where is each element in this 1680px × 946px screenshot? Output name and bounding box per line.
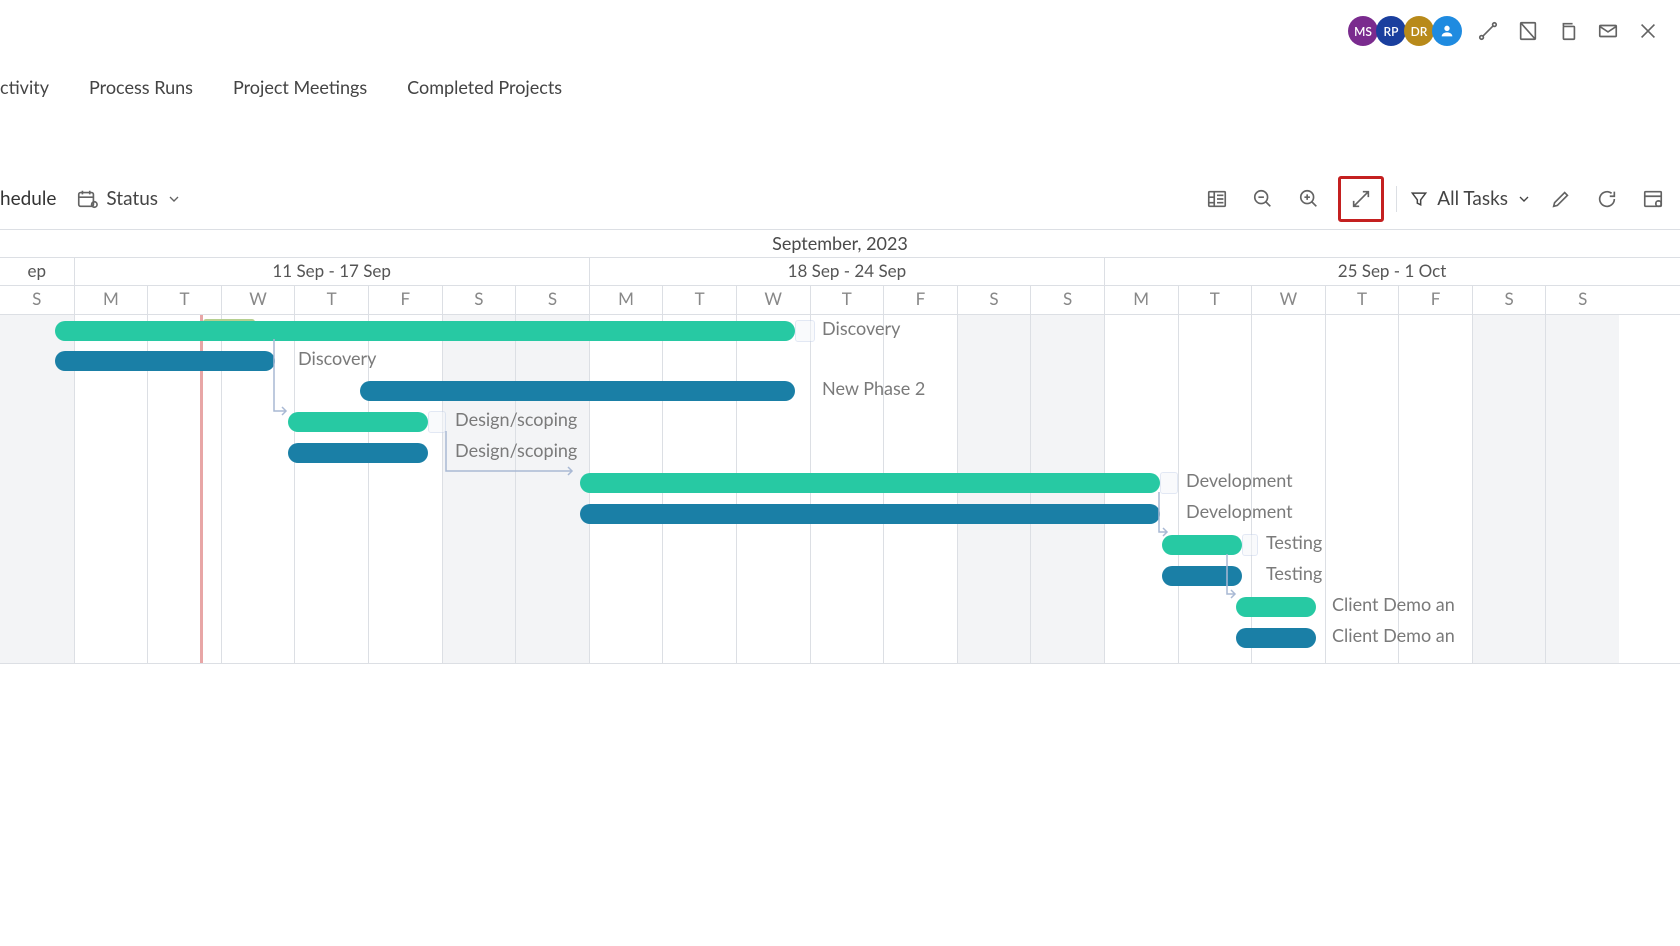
day-header-cell: S bbox=[1472, 286, 1546, 314]
expand-icon bbox=[1344, 182, 1378, 216]
label-newphase: New Phase 2 bbox=[822, 377, 925, 399]
grid-column bbox=[442, 315, 516, 663]
label-test2: Testing bbox=[1266, 562, 1322, 584]
label-demo1: Client Demo an bbox=[1332, 593, 1455, 615]
topbar: MS RP DR bbox=[0, 0, 1680, 62]
status-picker-label: Status bbox=[106, 187, 158, 210]
copy-icon[interactable] bbox=[1554, 17, 1582, 45]
tab-completed-projects[interactable]: Completed Projects bbox=[407, 76, 562, 98]
dep-box-dev bbox=[1160, 472, 1178, 494]
dep-box-design bbox=[428, 411, 446, 433]
week-cell-3: 25 Sep - 1 Oct bbox=[1104, 258, 1679, 285]
day-header-cell: F bbox=[1398, 286, 1472, 314]
settings-columns-icon[interactable] bbox=[1636, 182, 1670, 216]
label-discovery: Discovery bbox=[822, 317, 900, 339]
bar-dev-actual[interactable] bbox=[580, 504, 1160, 524]
filter-select-label: All Tasks bbox=[1437, 187, 1508, 210]
gantt-body[interactable]: Now Discovery Discovery New Phase 2 Desi… bbox=[0, 314, 1680, 664]
bar-discovery-actual[interactable] bbox=[55, 351, 275, 371]
tab-process-runs[interactable]: Process Runs bbox=[89, 76, 193, 98]
tab-project-meetings[interactable]: Project Meetings bbox=[233, 76, 367, 98]
label-demo2: Client Demo an bbox=[1332, 624, 1455, 646]
avatar-group: MS RP DR bbox=[1348, 16, 1462, 46]
day-header-cell: W bbox=[221, 286, 295, 314]
day-header-cell: M bbox=[1104, 286, 1178, 314]
grid-column bbox=[1472, 315, 1546, 663]
label-design1: Design/scoping bbox=[455, 408, 577, 430]
edit-icon[interactable] bbox=[1544, 182, 1578, 216]
day-header-cell: T bbox=[1178, 286, 1252, 314]
week-cell-partial: ep bbox=[0, 258, 74, 285]
day-header-cell: S bbox=[1030, 286, 1104, 314]
gantt-month-header: September, 2023 bbox=[0, 230, 1680, 258]
bar-dev-plan[interactable] bbox=[580, 473, 1160, 493]
column-layout-icon[interactable] bbox=[1200, 182, 1234, 216]
bar-demo-plan[interactable] bbox=[1236, 597, 1316, 617]
day-header-cell: S bbox=[957, 286, 1031, 314]
view-schedule-label: hedule bbox=[0, 187, 56, 210]
day-header-cell: W bbox=[1251, 286, 1325, 314]
day-header-cell: W bbox=[736, 286, 810, 314]
week-cell-2: 18 Sep - 24 Sep bbox=[589, 258, 1104, 285]
status-picker[interactable]: Status bbox=[76, 187, 182, 210]
zoom-in-icon[interactable] bbox=[1292, 182, 1326, 216]
week-cell-1: 11 Sep - 17 Sep bbox=[74, 258, 589, 285]
bar-design-actual[interactable] bbox=[288, 443, 428, 463]
tab-activity[interactable]: ctivity bbox=[0, 76, 49, 98]
day-header-cell: M bbox=[74, 286, 148, 314]
day-header-cell: F bbox=[883, 286, 957, 314]
day-header-cell: T bbox=[294, 286, 368, 314]
gantt-toolbar: hedule Status All Tasks bbox=[0, 168, 1680, 230]
bar-discovery-plan[interactable] bbox=[55, 321, 795, 341]
bar-newphase[interactable] bbox=[360, 381, 795, 401]
label-dev2: Development bbox=[1186, 500, 1293, 522]
day-header-cell: T bbox=[147, 286, 221, 314]
dep-arrow-3 bbox=[1157, 492, 1173, 540]
grid-column bbox=[368, 315, 442, 663]
connector-icon[interactable] bbox=[1474, 17, 1502, 45]
bar-test-plan[interactable] bbox=[1162, 535, 1242, 555]
day-header-cell: T bbox=[1325, 286, 1399, 314]
gantt-day-header: SMTWTFSSMTWTFSSMTWTFSS bbox=[0, 286, 1680, 314]
avatar-dr[interactable]: DR bbox=[1404, 16, 1434, 46]
filter-select[interactable]: All Tasks bbox=[1409, 187, 1532, 210]
dep-box-test bbox=[1242, 534, 1258, 556]
label-discovery2: Discovery bbox=[298, 347, 376, 369]
avatar-ms[interactable]: MS bbox=[1348, 16, 1378, 46]
bar-design-plan[interactable] bbox=[288, 412, 428, 432]
notebook-icon[interactable] bbox=[1514, 17, 1542, 45]
fullscreen-button-highlighted[interactable] bbox=[1338, 176, 1384, 222]
toolbar-divider bbox=[1396, 186, 1397, 212]
day-header-cell: T bbox=[662, 286, 736, 314]
day-header-cell: M bbox=[589, 286, 663, 314]
dep-arrow-2 bbox=[444, 431, 584, 479]
day-header-cell: F bbox=[368, 286, 442, 314]
dep-arrow-4 bbox=[1225, 554, 1241, 602]
grid-column bbox=[1545, 315, 1619, 663]
refresh-icon[interactable] bbox=[1590, 182, 1624, 216]
mail-icon[interactable] bbox=[1594, 17, 1622, 45]
tabs: ctivity Process Runs Project Meetings Co… bbox=[0, 62, 1680, 112]
day-header-cell: S bbox=[515, 286, 589, 314]
dep-arrow-1 bbox=[272, 339, 292, 417]
gantt-chart: September, 2023 ep 11 Sep - 17 Sep 18 Se… bbox=[0, 230, 1680, 664]
grid-column bbox=[515, 315, 589, 663]
dep-box-discovery bbox=[795, 320, 815, 342]
avatar-rp[interactable]: RP bbox=[1376, 16, 1406, 46]
label-dev1: Development bbox=[1186, 469, 1293, 491]
avatar-user[interactable] bbox=[1432, 16, 1462, 46]
day-header-cell: S bbox=[1545, 286, 1619, 314]
label-test1: Testing bbox=[1266, 531, 1322, 553]
zoom-out-icon[interactable] bbox=[1246, 182, 1280, 216]
bar-demo-actual[interactable] bbox=[1236, 628, 1316, 648]
gantt-week-header: ep 11 Sep - 17 Sep 18 Sep - 24 Sep 25 Se… bbox=[0, 258, 1680, 286]
day-header-cell: T bbox=[810, 286, 884, 314]
day-header-cell: S bbox=[0, 286, 74, 314]
day-header-cell: S bbox=[442, 286, 516, 314]
close-icon[interactable] bbox=[1634, 17, 1662, 45]
